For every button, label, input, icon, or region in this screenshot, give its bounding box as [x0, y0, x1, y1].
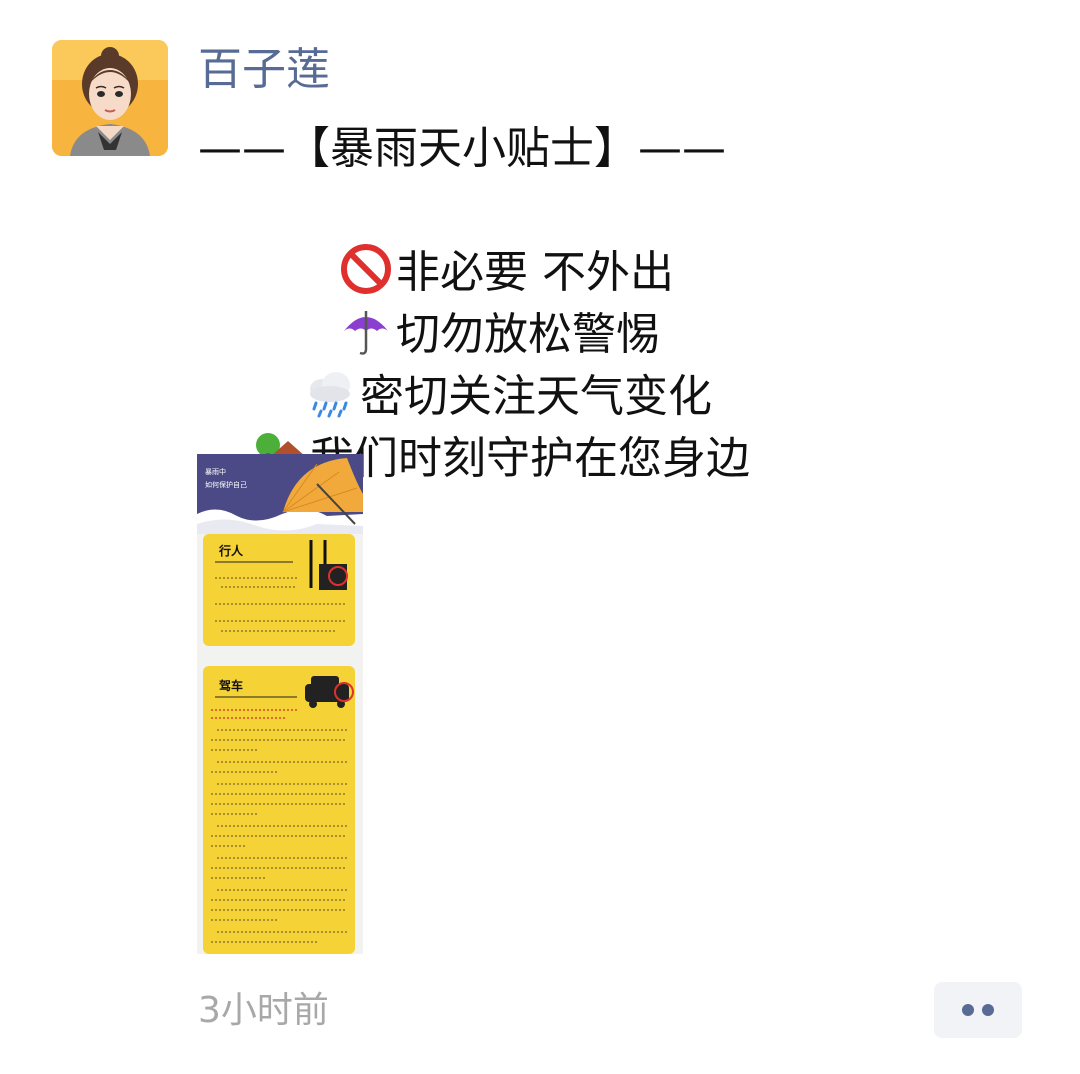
umbrella-icon — [343, 311, 388, 355]
more-dot-icon — [962, 1004, 974, 1016]
post-line-title: ——【暴雨天小贴士】—— — [198, 118, 898, 180]
poster-illustration: 暴雨中 如何保护自己 行人 驾车 — [197, 454, 363, 954]
more-actions-button[interactable] — [934, 982, 1022, 1038]
no-entry-icon — [340, 244, 391, 294]
rain-cloud-icon — [309, 372, 350, 418]
post-text: ——【暴雨天小贴士】—— 非必要 不外出 切勿放松警惕 密切关注天气变化 我们时… — [198, 118, 898, 484]
post-line-text: 我们时刻守护在您身边 — [309, 433, 750, 484]
poster-header-line1: 暴雨中 — [205, 467, 226, 476]
post-line-text: 切勿放松警惕 — [395, 309, 660, 360]
avatar-illustration — [52, 40, 168, 156]
post-timestamp: 3小时前 — [198, 990, 329, 1031]
poster-header-line2: 如何保护自己 — [205, 480, 247, 489]
author-name[interactable]: 百子莲 — [198, 40, 330, 100]
post-line-no-outing: 非必要 不外出 — [198, 180, 898, 298]
poster-card1-title: 行人 — [218, 543, 244, 558]
post-image[interactable]: 暴雨中 如何保护自己 行人 驾车 — [197, 454, 363, 954]
poster-card2-title: 驾车 — [218, 678, 243, 693]
avatar[interactable] — [52, 40, 168, 156]
post-line-text: ——【暴雨天小贴士】—— — [198, 123, 726, 174]
more-dot-icon — [982, 1004, 994, 1016]
post-line-text: 密切关注天气变化 — [359, 371, 712, 422]
post-line-text: 非必要 不外出 — [395, 247, 674, 298]
